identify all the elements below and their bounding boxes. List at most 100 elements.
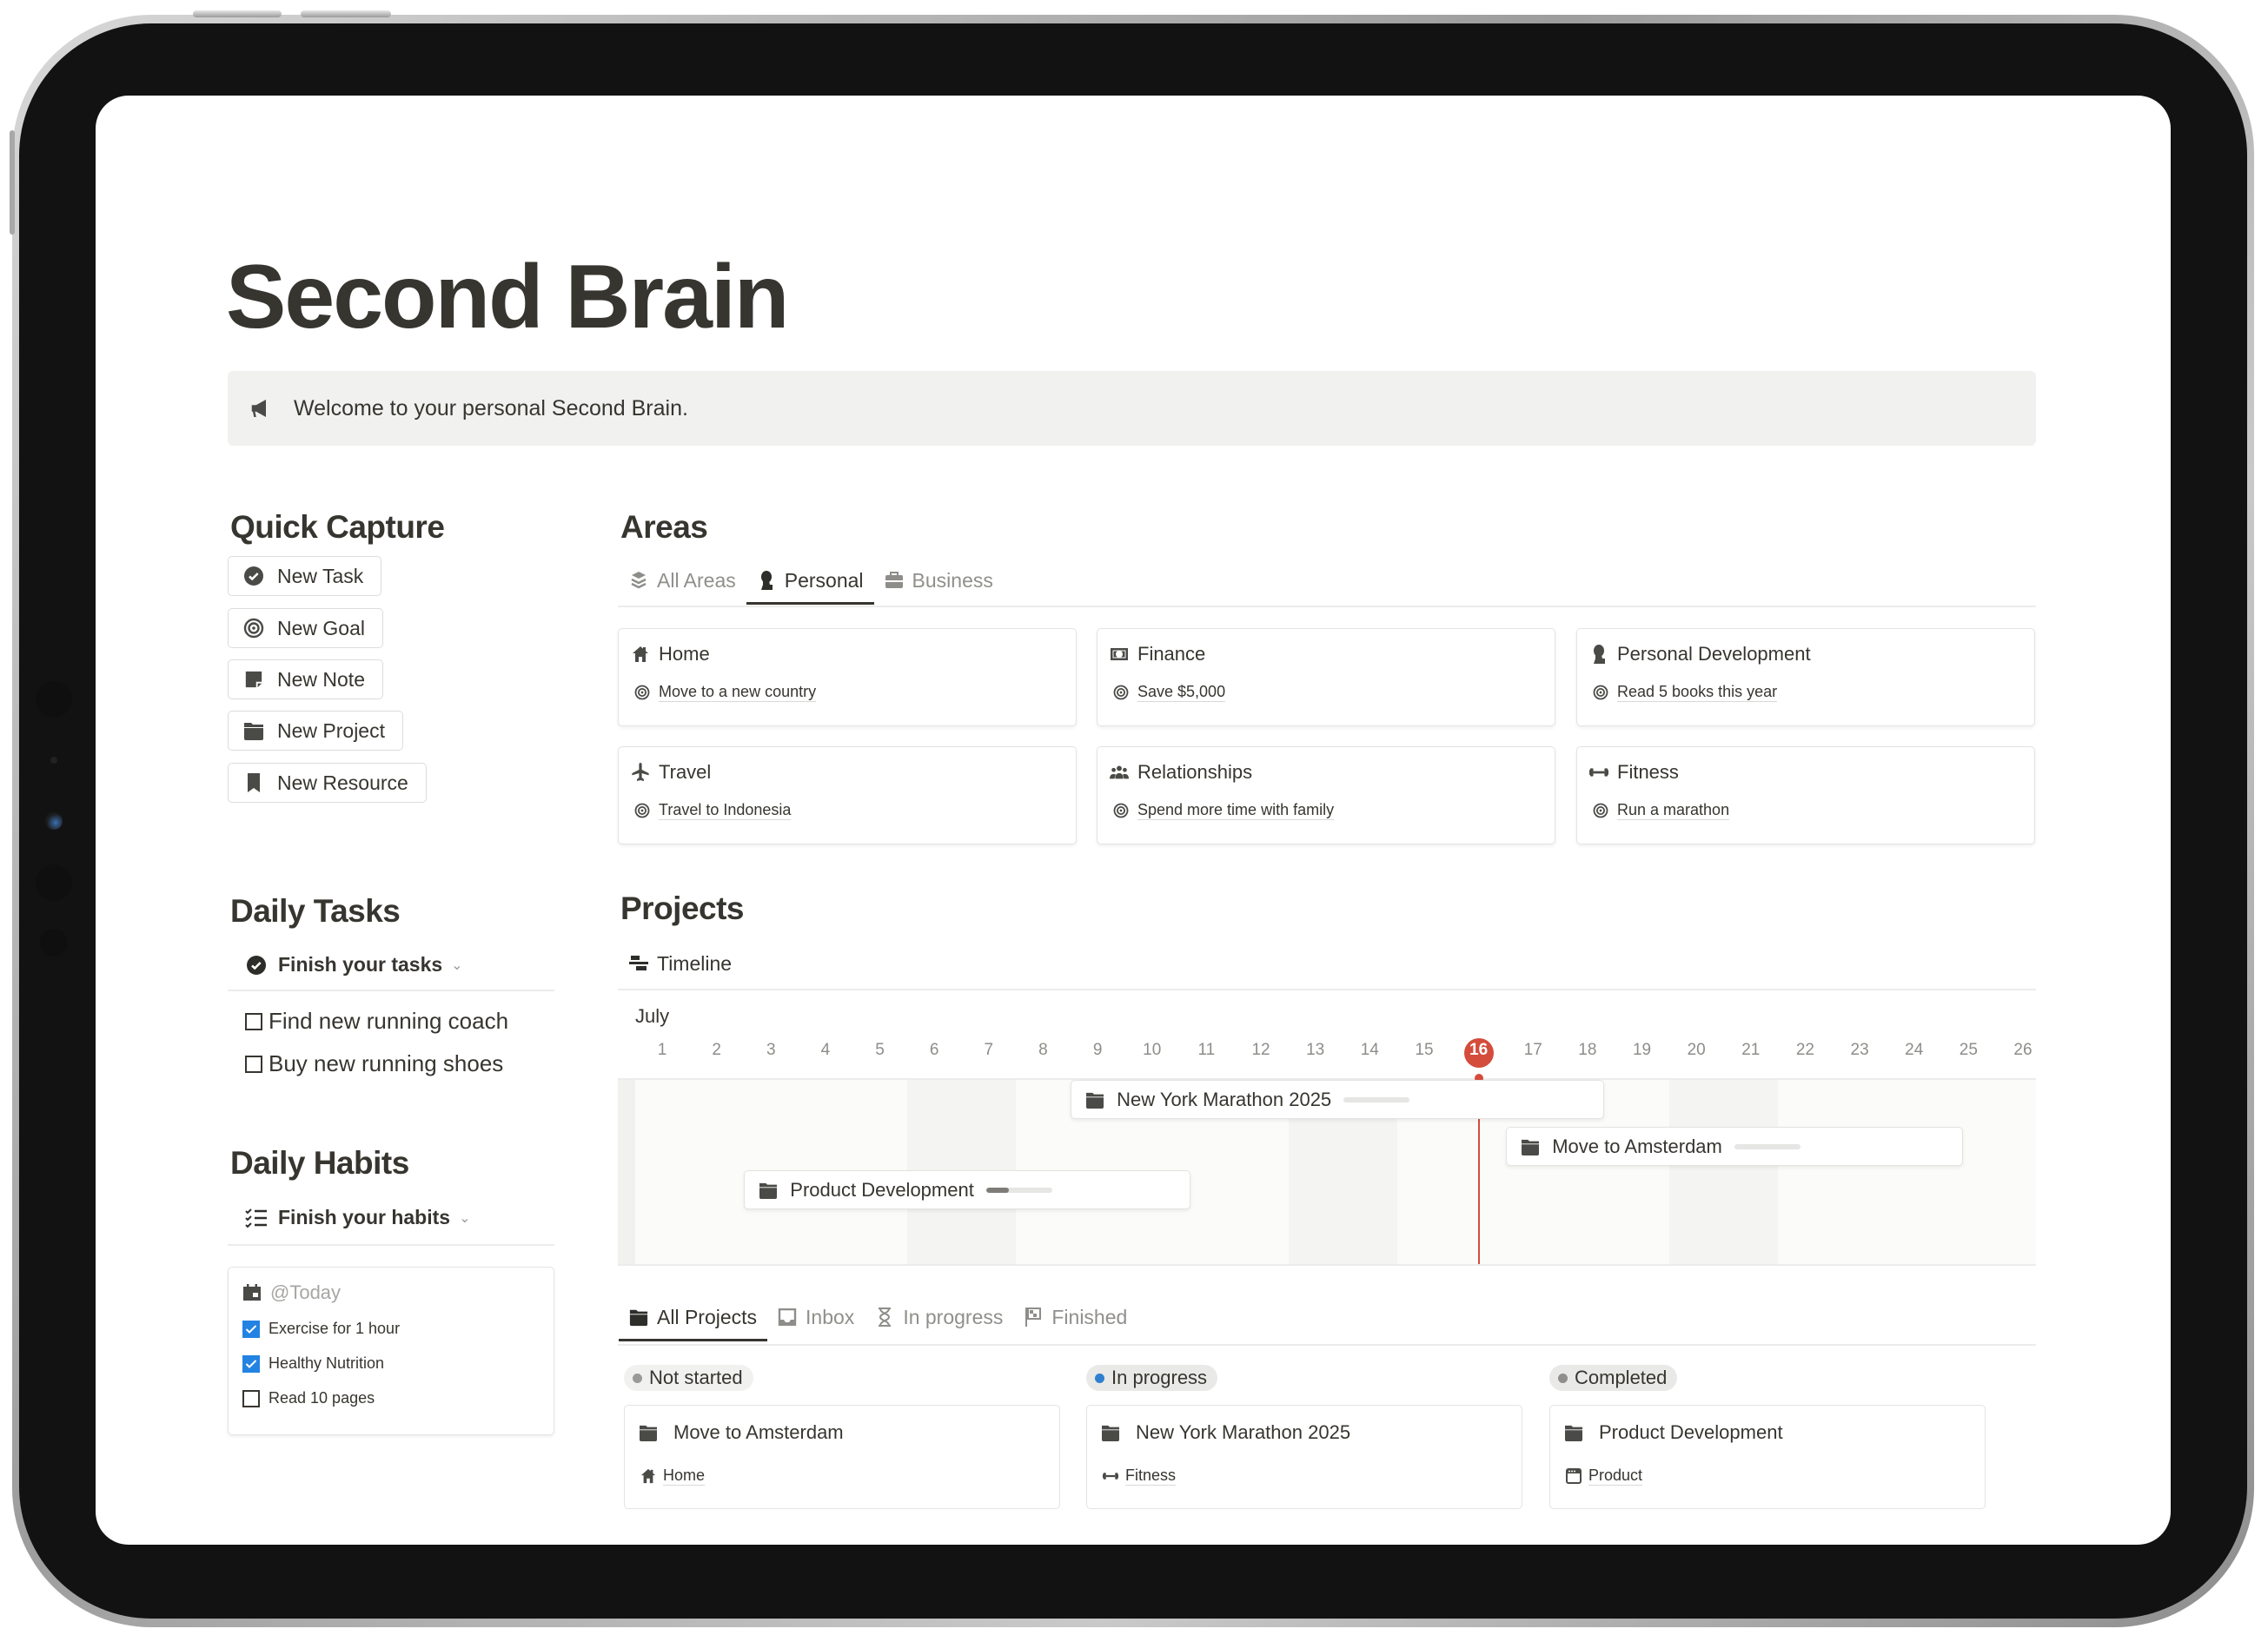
area-name: Finance	[1137, 643, 1206, 665]
volume-button	[193, 10, 282, 17]
layers-icon	[629, 571, 648, 590]
timeline-bar[interactable]: New York Marathon 2025	[1071, 1080, 1604, 1119]
volume-button	[301, 10, 391, 17]
day-label: 16	[1469, 1041, 1489, 1059]
area-label: Product	[1588, 1467, 1643, 1486]
weekend-column	[1669, 1080, 1779, 1264]
finish-tasks-toggle[interactable]: Finish your tasks ⌄	[245, 953, 463, 977]
area-card-personal-development[interactable]: Personal Development Read 5 books this ye…	[1576, 628, 2035, 726]
goal-link[interactable]: Move to a new country	[634, 683, 817, 702]
head-icon	[1589, 645, 1608, 664]
goal-link[interactable]: Save $5,000	[1113, 683, 1226, 702]
new-goal-button[interactable]: New Goal	[228, 608, 383, 648]
project-title: Product Development	[1564, 1421, 1783, 1444]
goal-label: Run a marathon	[1617, 801, 1730, 820]
task-item[interactable]: Find new running coach	[245, 1008, 508, 1035]
project-card[interactable]: New York Marathon 2025 Fitness	[1086, 1405, 1522, 1509]
area-card-finance[interactable]: Finance Save $5,000	[1097, 628, 1555, 726]
area-name: Home	[659, 643, 710, 665]
tab-inbox[interactable]: Inbox	[767, 1296, 865, 1338]
area-title: Finance	[1110, 643, 1205, 665]
day-label: 12	[1251, 1041, 1270, 1059]
new-resource-button[interactable]: New Resource	[228, 763, 427, 803]
money-icon	[1110, 645, 1129, 664]
day-label: 7	[984, 1041, 994, 1059]
new-note-button[interactable]: New Note	[228, 659, 383, 699]
status-label: Completed	[1575, 1367, 1668, 1388]
day-label: 3	[766, 1041, 776, 1059]
button-label: New Task	[277, 564, 364, 587]
timeline-bar[interactable]: Move to Amsterdam	[1506, 1127, 1964, 1166]
tab-finished[interactable]: Finished	[1013, 1296, 1137, 1338]
finish-habits-toggle[interactable]: Finish your habits ⌄	[245, 1206, 470, 1229]
checkbox-checked[interactable]	[242, 1354, 260, 1373]
area-card-fitness[interactable]: Fitness Run a marathon	[1576, 746, 2035, 844]
area-title: Home	[631, 643, 710, 665]
day-label: 5	[875, 1041, 885, 1059]
tab-timeline[interactable]: Timeline	[619, 943, 742, 984]
projects-board-tabs: All Projects Inbox In progress Finished	[619, 1296, 1137, 1341]
folder-icon	[759, 1181, 778, 1200]
grid-edge	[618, 1080, 635, 1264]
tab-personal[interactable]: Personal	[746, 559, 874, 605]
checkbox[interactable]	[242, 1389, 260, 1407]
timeline-bar[interactable]: Product Development	[744, 1170, 1190, 1209]
day-label: 6	[929, 1041, 939, 1059]
checkbox-checked[interactable]	[242, 1320, 260, 1338]
area-card-home[interactable]: Home Move to a new country	[618, 628, 1077, 726]
project-area-link[interactable]: Product	[1566, 1467, 1643, 1486]
date-mention[interactable]: @Today	[242, 1281, 341, 1304]
goal-link[interactable]: Travel to Indonesia	[634, 801, 792, 820]
day-label: 23	[1850, 1041, 1869, 1059]
project-area-link[interactable]: Fitness	[1103, 1467, 1177, 1486]
habit-card[interactable]: @Today Exercise for 1 hour Healthy Nutri…	[228, 1267, 554, 1435]
goal-label: Save $5,000	[1137, 683, 1226, 702]
toggle-label: Finish your tasks	[278, 953, 443, 976]
checkbox[interactable]	[245, 1055, 262, 1073]
day-label: 14	[1360, 1041, 1379, 1059]
day-label: 11	[1197, 1041, 1216, 1059]
tab-in-progress[interactable]: In progress	[865, 1296, 1013, 1338]
day-label: 15	[1415, 1041, 1434, 1059]
project-card[interactable]: Product Development Product	[1549, 1405, 1986, 1509]
area-card-travel[interactable]: Travel Travel to Indonesia	[618, 746, 1077, 844]
habit-label: Exercise for 1 hour	[269, 1320, 401, 1337]
habit-item[interactable]: Read 10 pages	[242, 1389, 375, 1407]
tab-business[interactable]: Business	[874, 559, 1004, 601]
area-title: Relationships	[1110, 761, 1252, 784]
day-label: 21	[1741, 1041, 1761, 1059]
habit-label: Read 10 pages	[269, 1389, 375, 1407]
new-project-button[interactable]: New Project	[228, 711, 403, 751]
callout-text: Welcome to your personal Second Brain.	[294, 395, 688, 420]
bookmark-icon	[242, 771, 265, 794]
habit-item[interactable]: Healthy Nutrition	[242, 1354, 384, 1373]
project-name: Product Development	[1599, 1421, 1783, 1443]
goal-link[interactable]: Run a marathon	[1593, 801, 1730, 820]
project-area-link[interactable]: Home	[640, 1467, 706, 1486]
house-icon	[640, 1468, 656, 1484]
folder-icon	[1101, 1423, 1120, 1442]
habit-item[interactable]: Exercise for 1 hour	[242, 1320, 400, 1338]
day-label: 4	[820, 1041, 831, 1059]
area-card-relationships[interactable]: Relationships Spend more time with family	[1097, 746, 1555, 844]
tab-all-projects[interactable]: All Projects	[619, 1296, 768, 1341]
new-task-button[interactable]: New Task	[228, 556, 382, 596]
toggle-label: Finish your habits	[278, 1206, 451, 1228]
goal-link[interactable]: Read 5 books this year	[1593, 683, 1778, 702]
goal-link[interactable]: Spend more time with family	[1113, 801, 1335, 820]
month-label: July	[635, 1005, 670, 1027]
areas-tabs: All Areas Personal Business	[619, 559, 1004, 605]
day-label: 24	[1905, 1041, 1924, 1059]
day-label: 26	[2013, 1041, 2033, 1059]
status-dot	[633, 1373, 642, 1383]
checkbox[interactable]	[245, 1012, 262, 1030]
tab-all-areas[interactable]: All Areas	[619, 559, 746, 601]
status-dot	[1095, 1373, 1104, 1383]
projects-view-tabs: Timeline	[619, 943, 742, 984]
note-icon	[242, 668, 265, 691]
task-item[interactable]: Buy new running shoes	[245, 1050, 503, 1077]
checklist-icon	[245, 1207, 268, 1229]
dumbbell-icon	[1589, 763, 1608, 782]
project-title: Move to Amsterdam	[639, 1421, 844, 1444]
project-card[interactable]: Move to Amsterdam Home	[624, 1405, 1060, 1509]
